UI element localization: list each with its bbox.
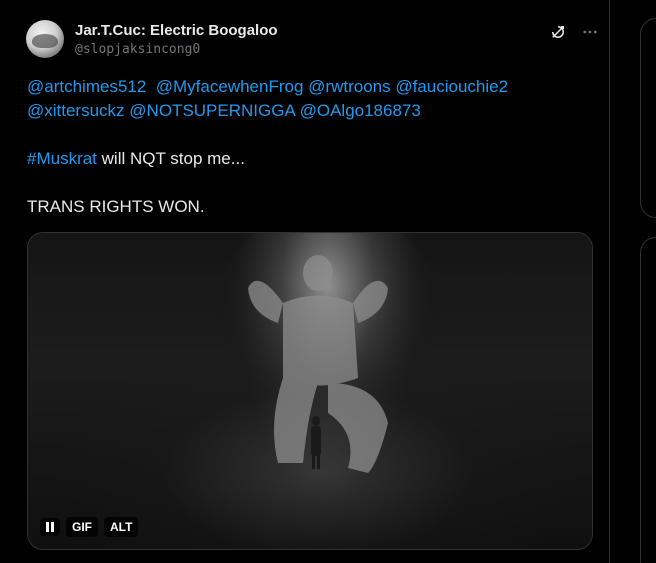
mention-link[interactable]: @MyfacewhenFrog [156,77,304,96]
pause-button[interactable] [40,518,60,536]
display-name[interactable]: Jar.T.Cuc: Electric Boogaloo [75,22,278,40]
hashtag-link[interactable]: #Muskrat [27,149,97,168]
app-frame: Jar.T.Cuc: Electric Boogaloo @slopjaksin… [0,0,656,563]
user-handle[interactable]: @slopjaksincong0 [75,40,278,60]
tweet-text: @artchimes512 @MyfacewhenFrog @rwtroons … [27,75,597,219]
mentions-line-1: @artchimes512 @MyfacewhenFrog @rwtroons … [27,75,597,99]
mention-link[interactable]: @xittersuckz [27,101,125,120]
gif-image [28,233,592,549]
more-icon[interactable] [580,22,600,42]
final-line: TRANS RIGHTS WON. [27,197,205,216]
hashtag-line: #Muskrat will NQT stop me... [27,147,597,171]
sidebar-card [640,18,656,218]
mention-link[interactable]: @rwtroons [308,77,390,96]
mention-link[interactable]: @OAlgo186873 [300,101,421,120]
mention-link[interactable]: @artchimes512 [27,77,146,96]
grok-icon[interactable] [548,22,568,42]
sidebar-card [640,237,656,563]
mentions-line-2: @xittersuckz @NOTSUPERNIGGA @OAlgo186873 [27,99,597,123]
tweet-header: Jar.T.Cuc: Electric Boogaloo @slopjaksin… [26,20,278,60]
alt-button[interactable]: ALT [104,517,139,537]
tweet-card[interactable]: Jar.T.Cuc: Electric Boogaloo @slopjaksin… [0,0,610,563]
hashtag-line-text: will NQT stop me... [96,149,245,168]
media-gif[interactable]: GIF ALT [27,232,593,550]
media-controls: GIF ALT [40,517,139,537]
tweet-actions-top [548,22,600,42]
right-sidebar [611,0,656,563]
pause-icon [46,522,54,532]
author-names: Jar.T.Cuc: Electric Boogaloo @slopjaksin… [75,22,278,60]
avatar[interactable] [26,20,64,58]
mention-link[interactable]: @fauciouchie2 [395,77,508,96]
mention-link[interactable]: @NOTSUPERNIGGA [129,101,295,120]
gif-badge: GIF [66,517,98,537]
